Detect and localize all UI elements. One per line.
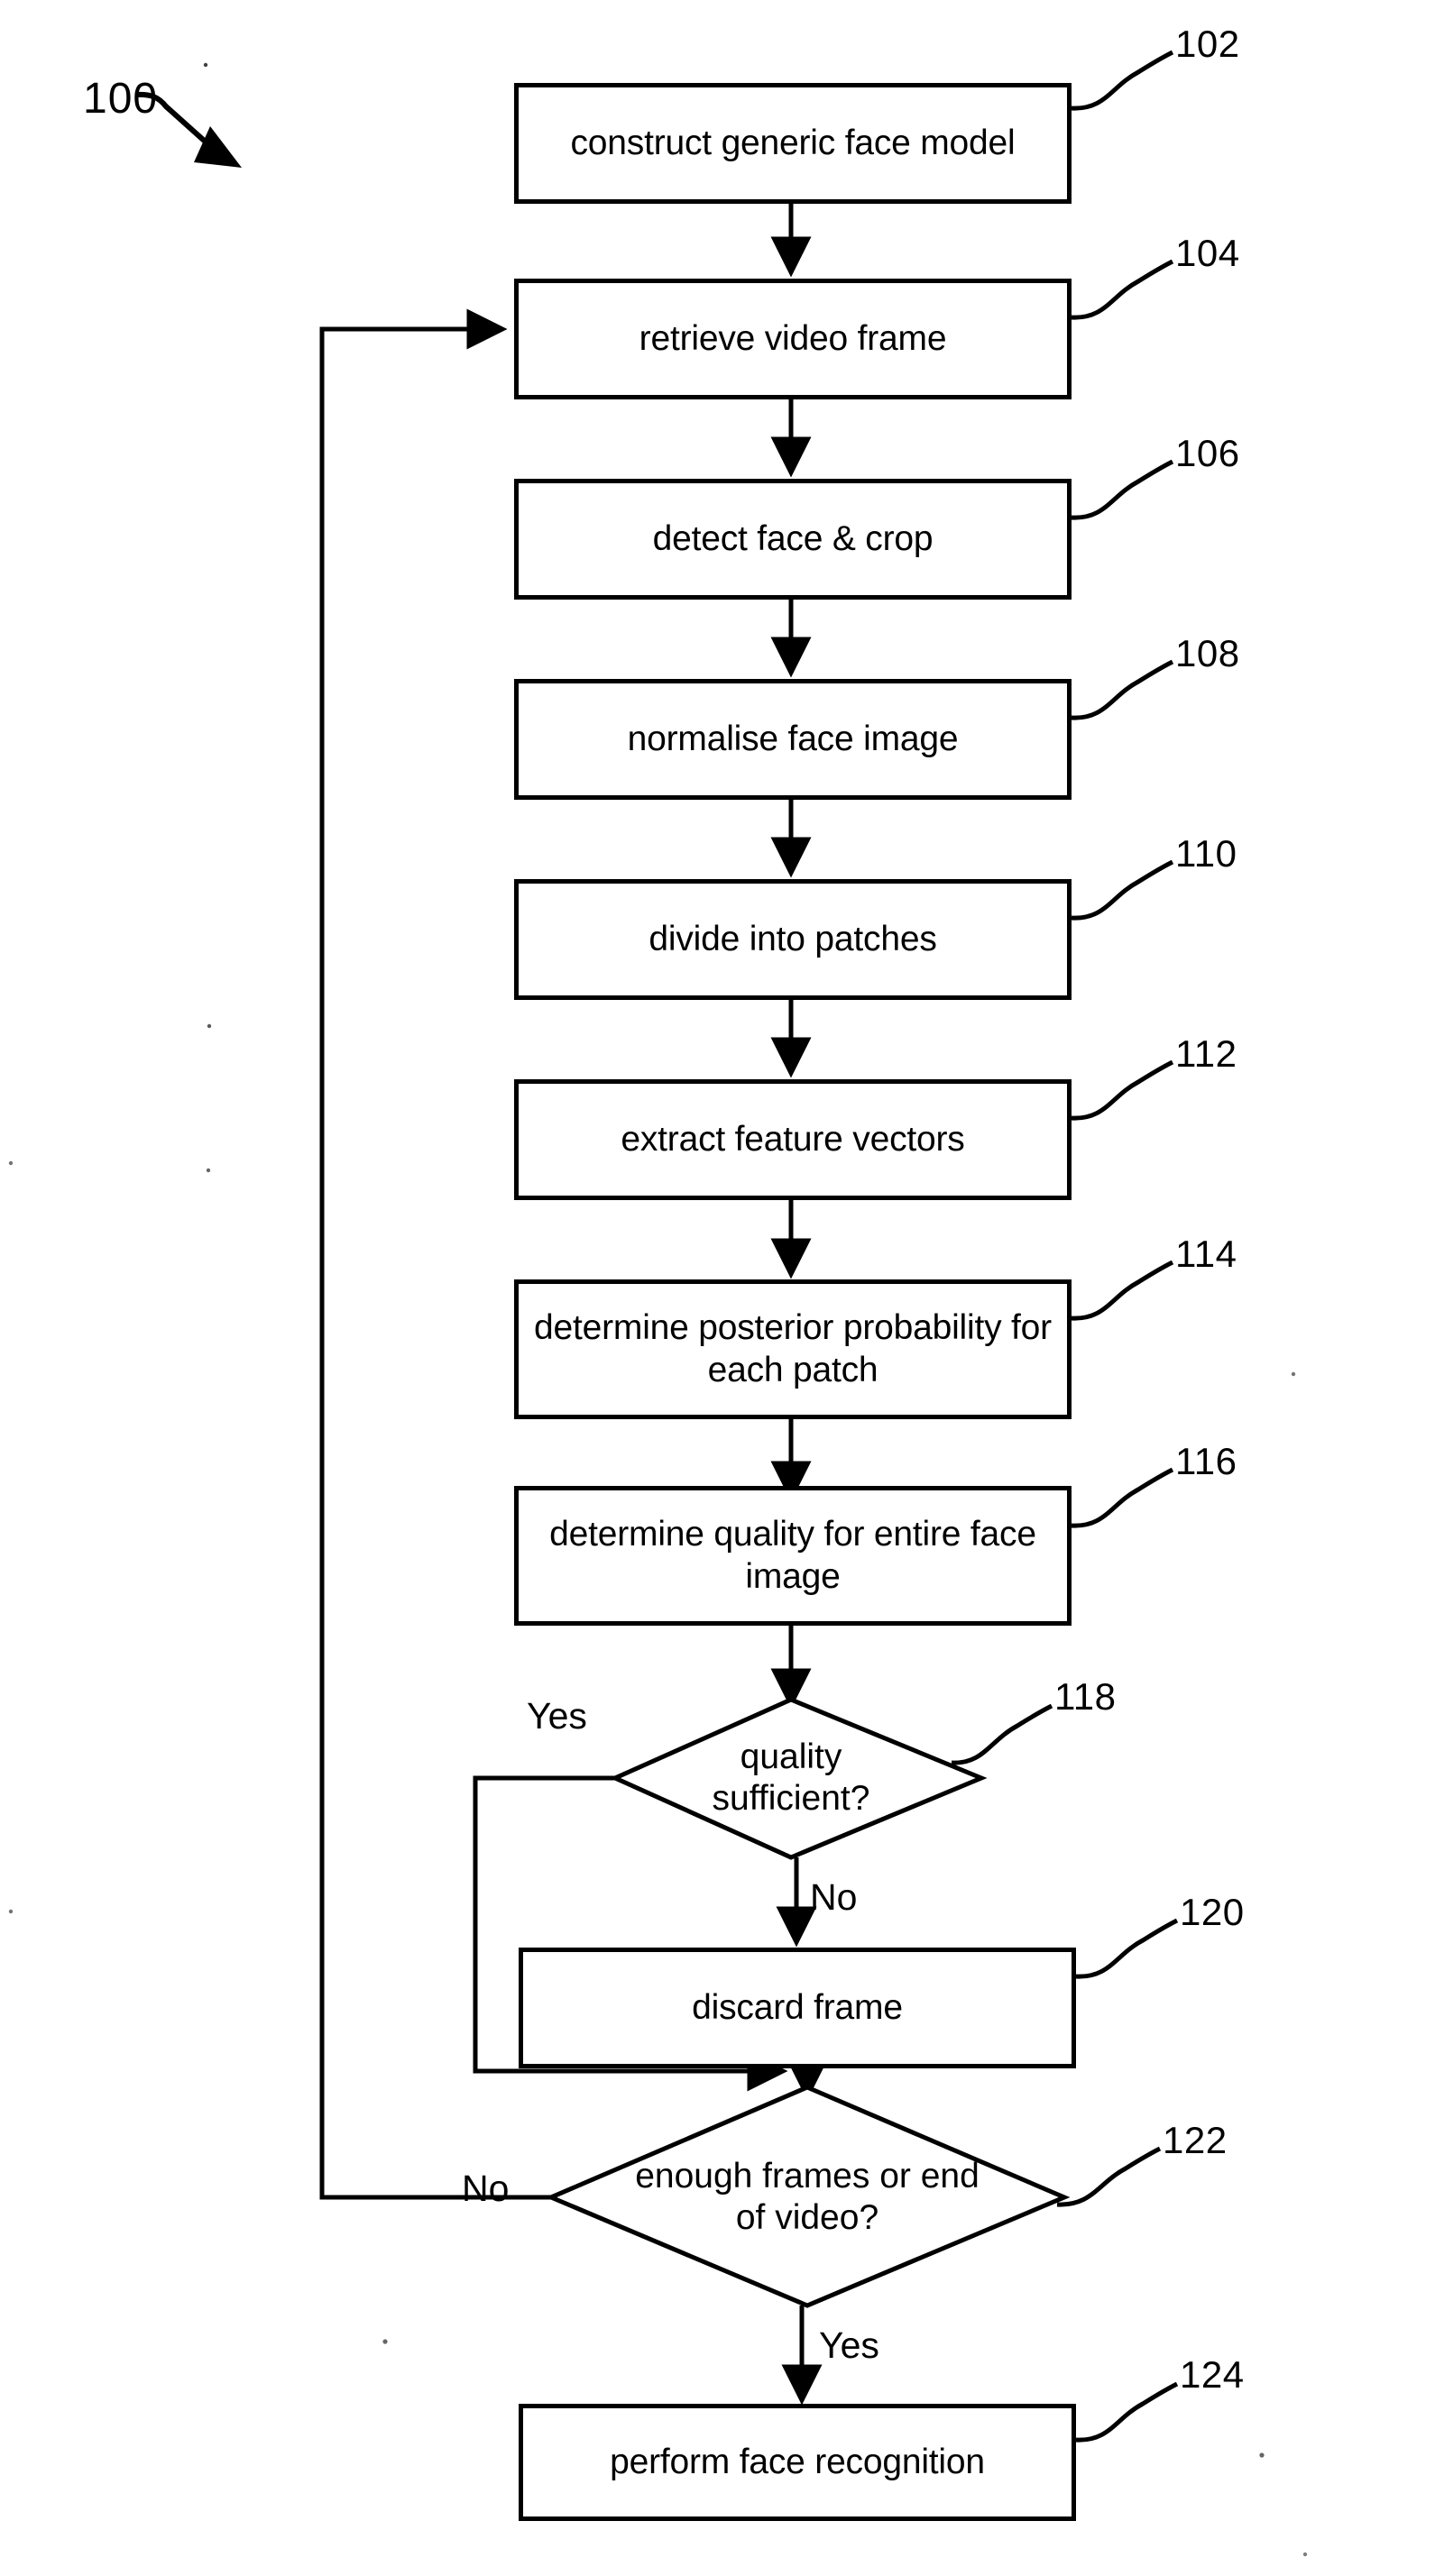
edge-122-104-no (319, 308, 551, 2200)
reference-numeral-116: 116 (1175, 1440, 1237, 1482)
reference-numeral-124: 124 (1180, 2353, 1245, 2396)
process-node-106-label: detect face & crop (652, 518, 934, 558)
process-node-124-label: perform face recognition (610, 2442, 985, 2481)
process-node-114-label: determine posterior probability for each… (534, 1308, 1052, 1389)
process-node-104[interactable]: retrieve video frame (514, 279, 1072, 399)
leader-114 (1071, 1260, 1174, 1321)
process-node-106[interactable]: detect face & crop (514, 479, 1072, 600)
process-node-124[interactable]: perform face recognition (519, 2404, 1076, 2521)
process-node-112-label: extract feature vectors (621, 1119, 965, 1159)
process-node-104-label: retrieve video frame (639, 318, 947, 358)
process-node-108[interactable]: normalise face image (514, 679, 1072, 800)
edge-label-yes-quality: Yes (527, 1695, 587, 1737)
process-node-108-label: normalise face image (627, 719, 959, 758)
leader-112 (1071, 1059, 1174, 1121)
process-node-110-label: divide into patches (649, 919, 937, 958)
leader-110 (1071, 859, 1174, 921)
leader-102 (1071, 50, 1174, 111)
process-node-116[interactable]: determine quality for entire face image (514, 1486, 1072, 1626)
reference-numeral-104: 104 (1175, 232, 1240, 274)
figure-reference-100: 100 (83, 75, 159, 123)
reference-numeral-106: 106 (1175, 432, 1240, 474)
process-node-110[interactable]: divide into patches (514, 879, 1072, 1000)
leader-124 (1075, 2381, 1179, 2443)
reference-numeral-102: 102 (1175, 23, 1240, 65)
process-node-102[interactable]: construct generic face model (514, 83, 1072, 204)
edge-label-no-quality: No (810, 1876, 858, 1918)
process-node-116-label: determine quality for entire face image (549, 1515, 1036, 1596)
process-node-112[interactable]: extract feature vectors (514, 1079, 1072, 1200)
flowchart-canvas: 100 construct generic face model retriev… (0, 0, 1435, 2576)
reference-numeral-112: 112 (1175, 1032, 1237, 1075)
edge-label-yes-enough: Yes (819, 2324, 879, 2366)
reference-numeral-122: 122 (1163, 2119, 1228, 2161)
leader-104 (1071, 259, 1174, 320)
process-node-102-label: construct generic face model (570, 123, 1016, 162)
decision-node-118[interactable]: quality sufficient? (665, 1724, 917, 1832)
leader-116 (1071, 1467, 1174, 1528)
reference-numeral-118: 118 (1054, 1675, 1117, 1718)
process-node-114[interactable]: determine posterior probability for each… (514, 1279, 1072, 1419)
reference-numeral-120: 120 (1180, 1891, 1245, 1933)
leader-120 (1075, 1918, 1179, 1979)
leader-100-arrowhead (194, 126, 242, 168)
leader-108 (1071, 659, 1174, 720)
process-node-120-label: discard frame (692, 1987, 903, 2027)
decision-node-122-label: enough frames or end of video? (635, 2156, 980, 2237)
leader-106 (1071, 459, 1174, 520)
edge-label-no-enough: No (462, 2168, 510, 2209)
reference-numeral-114: 114 (1175, 1233, 1237, 1275)
leader-122 (1056, 2146, 1162, 2207)
reference-numeral-108: 108 (1175, 632, 1240, 674)
reference-numeral-110: 110 (1175, 832, 1237, 875)
leader-118 (951, 1703, 1053, 1765)
process-node-120[interactable]: discard frame (519, 1948, 1076, 2068)
decision-node-122[interactable]: enough frames or end of video? (631, 2143, 983, 2251)
decision-node-118-label: quality sufficient? (712, 1737, 870, 1818)
